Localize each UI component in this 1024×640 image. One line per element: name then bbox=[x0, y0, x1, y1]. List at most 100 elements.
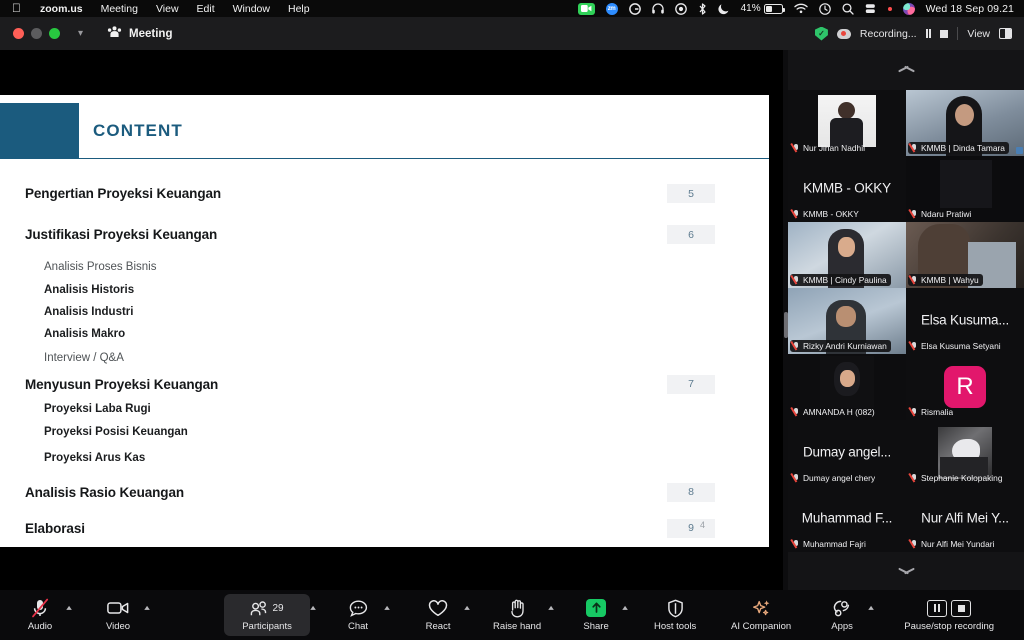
chevron-up-icon bbox=[898, 66, 915, 75]
participants-options-chevron-icon[interactable]: ▴ bbox=[310, 604, 316, 612]
video-tile[interactable]: AMNANDA H (082) bbox=[788, 354, 906, 420]
video-tile[interactable]: KMMB | Cindy Paulina bbox=[788, 222, 906, 288]
recording-pause-button[interactable] bbox=[925, 29, 932, 38]
participant-name: KMMB | Cindy Paulina bbox=[803, 275, 887, 285]
video-tile[interactable]: R Rismalia bbox=[906, 354, 1024, 420]
zoom-badge-icon[interactable]: zm bbox=[605, 2, 618, 15]
video-tile[interactable]: Rizky Andri Kurniawan bbox=[788, 288, 906, 354]
participant-name: AMNANDA H (082) bbox=[803, 407, 875, 417]
toc-row: Elaborasi 9 bbox=[0, 511, 769, 545]
fullscreen-window-button[interactable] bbox=[49, 28, 60, 39]
mic-muted-icon bbox=[792, 209, 800, 219]
shield-icon bbox=[667, 598, 684, 618]
apps-button[interactable]: Apps bbox=[816, 594, 868, 636]
video-tile[interactable]: KMMB | Wahyu bbox=[906, 222, 1024, 288]
video-tile[interactable]: Nur Alfi Mei Y... Nur Alfi Mei Yundari bbox=[906, 486, 1024, 552]
chat-options-chevron-icon[interactable]: ▴ bbox=[384, 604, 390, 612]
mic-muted-icon bbox=[792, 143, 800, 153]
menu-bar-clock[interactable]: Wed 18 Sep 09.21 bbox=[926, 3, 1014, 15]
chevron-down-icon bbox=[898, 568, 915, 577]
share-screen-button[interactable]: Share bbox=[570, 594, 622, 636]
toc-page-badge bbox=[667, 422, 715, 441]
toc-row: Analisis Proses Bisnis bbox=[0, 255, 769, 278]
pause-stop-recording-button[interactable]: Pause/stop recording bbox=[890, 594, 1008, 636]
video-options-chevron-icon[interactable]: ▴ bbox=[144, 604, 150, 612]
camera-active-icon[interactable] bbox=[577, 2, 595, 15]
audio-label: Audio bbox=[27, 621, 53, 632]
do-not-disturb-moon-icon[interactable] bbox=[718, 3, 730, 15]
audio-mute-button[interactable]: Audio bbox=[14, 594, 66, 636]
bluetooth-icon[interactable] bbox=[698, 2, 707, 15]
control-center-icon[interactable] bbox=[865, 3, 877, 15]
toc-page-badge: 7 bbox=[667, 374, 715, 394]
chat-button[interactable]: Chat bbox=[332, 594, 384, 636]
menu-item-help[interactable]: Help bbox=[279, 3, 319, 15]
menu-bar-status-icons: zm 41% Wed 18 Sep 09.21 bbox=[577, 2, 1024, 15]
video-tile[interactable]: Ndaru Pratiwi bbox=[906, 156, 1024, 222]
ai-companion-control-group: AI Companion bbox=[722, 594, 800, 636]
react-button[interactable]: React bbox=[412, 594, 464, 636]
green-shield-icon[interactable] bbox=[814, 26, 828, 41]
menu-item-view[interactable]: View bbox=[147, 3, 188, 15]
toc-item-label: Elaborasi bbox=[25, 520, 85, 536]
participants-group-icon bbox=[107, 26, 122, 41]
video-tile[interactable]: Stephanie Kolopaking bbox=[906, 420, 1024, 486]
presentation-slide: CONTENT Pengertian Proyeksi Keuangan 5 J… bbox=[0, 95, 769, 547]
video-tile[interactable]: Muhammad F... Muhammad Fajri bbox=[788, 486, 906, 552]
view-layout-icon[interactable] bbox=[999, 28, 1012, 39]
participant-name: Dumay angel chery bbox=[803, 473, 876, 483]
recording-stop-button[interactable] bbox=[940, 29, 949, 38]
participants-button[interactable]: 29 Participants bbox=[224, 594, 311, 636]
window-title-group: Meeting bbox=[83, 26, 172, 41]
pause-recording-icon[interactable] bbox=[927, 599, 948, 617]
raise-hand-options-chevron-icon[interactable]: ▴ bbox=[548, 604, 554, 612]
user-avatar-icon[interactable] bbox=[902, 2, 915, 15]
participant-nametag: Dumay angel chery bbox=[790, 472, 879, 484]
grammarly-icon[interactable] bbox=[628, 2, 641, 15]
raised-hand-icon bbox=[509, 598, 526, 618]
participant-avatar-initial: R bbox=[944, 366, 986, 408]
video-tile[interactable]: KMMB - OKKY KMMB - OKKY bbox=[788, 156, 906, 222]
menu-item-window[interactable]: Window bbox=[224, 3, 279, 15]
apps-options-chevron-icon[interactable]: ▴ bbox=[868, 604, 874, 612]
screen-record-icon[interactable] bbox=[674, 2, 687, 15]
menu-item-meeting[interactable]: Meeting bbox=[92, 3, 147, 15]
recording-control-group: Pause/stop recording bbox=[890, 594, 1008, 636]
share-options-chevron-icon[interactable]: ▴ bbox=[622, 604, 628, 612]
participant-name: Nur Alfi Mei Yundari bbox=[921, 539, 995, 549]
time-machine-icon[interactable] bbox=[818, 2, 831, 15]
raise-hand-button[interactable]: Raise hand bbox=[486, 594, 548, 636]
apple-logo-icon[interactable]:  bbox=[8, 2, 31, 15]
scroll-up-button[interactable] bbox=[788, 50, 1024, 90]
view-label[interactable]: View bbox=[967, 28, 990, 40]
toc-item-label: Analisis Rasio Keuangan bbox=[25, 484, 184, 500]
menu-item-edit[interactable]: Edit bbox=[188, 3, 224, 15]
share-control-group: Share ▴ bbox=[570, 594, 630, 636]
toc-row: Proyeksi Arus Kas bbox=[0, 443, 769, 473]
scroll-down-button[interactable] bbox=[788, 552, 1024, 590]
toc-row: Analisis Rasio Keuangan 8 bbox=[0, 473, 769, 511]
participant-nametag: Rismalia bbox=[908, 406, 957, 418]
host-tools-button[interactable]: Host tools bbox=[644, 594, 706, 636]
video-tile[interactable]: Nur Jihan Nadhif bbox=[788, 90, 906, 156]
react-options-chevron-icon[interactable]: ▴ bbox=[464, 604, 470, 612]
video-tile[interactable]: KMMB | Dinda Tamara bbox=[906, 90, 1024, 156]
video-tile[interactable]: Dumay angel... Dumay angel chery bbox=[788, 420, 906, 486]
ai-companion-button[interactable]: AI Companion bbox=[722, 594, 800, 636]
video-toggle-button[interactable]: Video bbox=[92, 594, 144, 636]
participant-nametag: Rizky Andri Kurniawan bbox=[790, 340, 891, 352]
close-window-button[interactable] bbox=[13, 28, 24, 39]
headphones-icon[interactable] bbox=[651, 3, 664, 14]
toc-page-badge: 9 bbox=[667, 518, 715, 538]
battery-icon[interactable]: 41% bbox=[741, 3, 785, 14]
video-label: Video bbox=[105, 621, 131, 632]
wifi-icon[interactable] bbox=[793, 3, 808, 14]
table-of-contents: Pengertian Proyeksi Keuangan 5 Justifika… bbox=[0, 173, 769, 545]
window-chevron-down-icon[interactable]: ▾ bbox=[60, 28, 83, 39]
divider-grip-handle[interactable] bbox=[784, 312, 788, 338]
menu-item-zoomus[interactable]: zoom.us bbox=[31, 3, 92, 15]
stop-recording-icon[interactable] bbox=[951, 599, 972, 617]
video-tile[interactable]: Elsa Kusuma... Elsa Kusuma Setyani bbox=[906, 288, 1024, 354]
audio-options-chevron-icon[interactable]: ▴ bbox=[66, 604, 72, 612]
spotlight-search-icon[interactable] bbox=[842, 2, 854, 15]
